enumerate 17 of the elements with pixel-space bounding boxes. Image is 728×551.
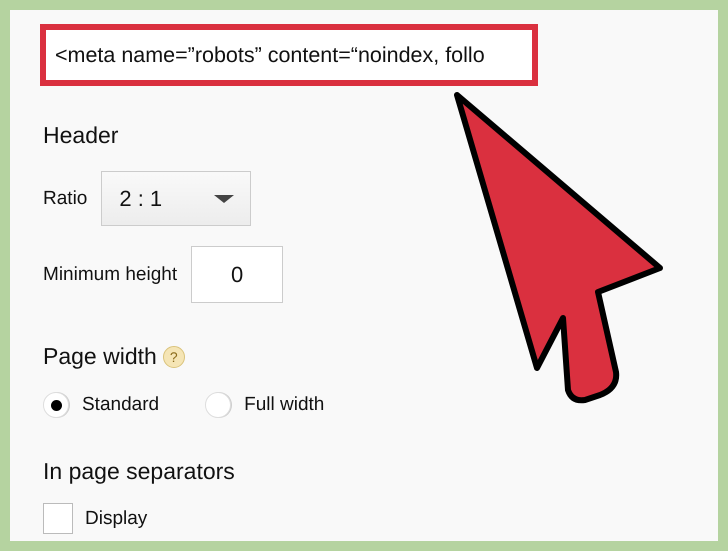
field-label: Ratio bbox=[43, 188, 88, 210]
section-heading: In page separators bbox=[43, 458, 236, 485]
section-heading: Page width bbox=[43, 343, 157, 370]
cursor-arrow-icon bbox=[454, 92, 663, 404]
ratio-dropdown[interactable]: 2 : 1 bbox=[101, 171, 252, 226]
help-icon[interactable]: ? bbox=[162, 346, 185, 368]
radio-label[interactable]: Standard bbox=[82, 394, 160, 416]
code-field[interactable]: <meta name=”robots” content=“noindex, follo bbox=[40, 24, 538, 86]
radio-label[interactable]: Full width bbox=[244, 394, 324, 416]
checkbox[interactable] bbox=[43, 503, 73, 534]
radio-button[interactable] bbox=[43, 392, 69, 418]
checkbox-label[interactable]: Display bbox=[85, 508, 148, 530]
radio-button[interactable] bbox=[205, 392, 232, 418]
field-label: Minimum height bbox=[43, 264, 178, 286]
section-heading: Header bbox=[43, 122, 120, 149]
minimum-height-field[interactable]: 0 bbox=[191, 246, 284, 303]
caret-icon bbox=[214, 194, 234, 202]
